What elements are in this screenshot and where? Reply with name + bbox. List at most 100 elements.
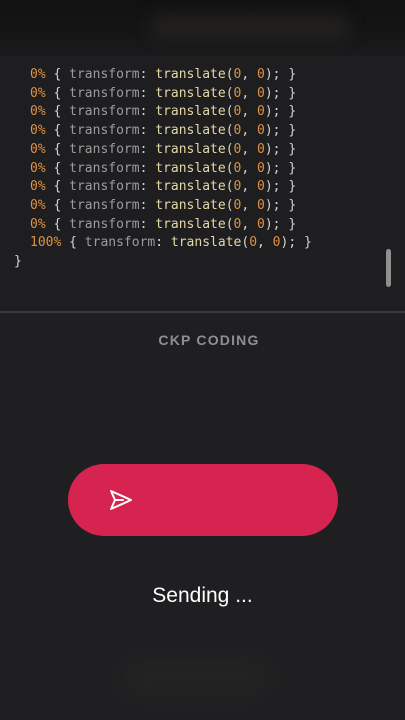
code-line: 0% { transform: translate(0, 0); } <box>30 121 296 140</box>
code-token-b: 0 <box>272 235 281 251</box>
code-token-open: { <box>45 85 70 101</box>
code-token-colon: : <box>139 85 156 101</box>
code-token-func: translate <box>155 104 226 120</box>
code-token-colon: : <box>139 216 156 232</box>
code-token-prop: transform <box>69 197 140 213</box>
code-token-comma: , <box>241 197 258 213</box>
brand-label: CKP CODING <box>158 332 260 348</box>
code-token-lp: ( <box>225 216 234 232</box>
code-token-pct: 0% <box>30 197 46 213</box>
code-token-pct: 0% <box>30 216 46 232</box>
code-token-pct: 0% <box>30 141 46 157</box>
code-token-lp: ( <box>225 123 234 139</box>
code-line: 0% { transform: translate(0, 0); } <box>30 65 296 84</box>
code-token-rp: ); <box>264 216 289 232</box>
editor-scrollbar[interactable] <box>386 249 391 287</box>
code-token-prop: transform <box>69 85 140 101</box>
code-token-func: translate <box>155 85 226 101</box>
code-token-open: { <box>45 123 70 139</box>
code-token-open: { <box>45 141 70 157</box>
status-text: Sending ... <box>152 584 253 607</box>
code-token-a: 0 <box>249 235 258 251</box>
code-token-close: } <box>288 85 297 101</box>
code-token-close: } <box>303 235 312 251</box>
code-token-rp: ); <box>280 235 304 251</box>
code-token-lp: ( <box>241 235 250 251</box>
send-icon <box>110 490 132 510</box>
code-token-comma: , <box>241 141 258 157</box>
code-token-rp: ); <box>264 67 289 82</box>
code-line: 0% { transform: translate(0, 0); } <box>30 215 296 234</box>
code-token-rp: ); <box>264 123 289 139</box>
code-line: 100% { transform: translate(0, 0); } <box>30 233 312 252</box>
code-token-b: 0 <box>257 104 265 120</box>
code-token-close: } <box>288 197 297 213</box>
code-token-pct: 0% <box>30 123 46 139</box>
code-token-colon: : <box>139 104 156 120</box>
code-token-func: translate <box>155 216 226 232</box>
code-token-pct: 0% <box>30 85 46 101</box>
code-token-lp: ( <box>225 160 234 176</box>
code-token-close: } <box>288 141 297 157</box>
code-token-lp: ( <box>225 104 234 120</box>
code-token-pct: 0% <box>30 160 46 176</box>
code-token-pct: 0% <box>30 179 46 195</box>
code-token-prop: transform <box>69 160 140 176</box>
code-token-rp: ); <box>264 160 289 176</box>
code-token-lp: ( <box>225 179 234 195</box>
code-token-open: { <box>45 197 70 213</box>
code-token-colon: : <box>139 197 156 213</box>
code-token-prop: transform <box>69 141 140 157</box>
code-token-func: translate <box>155 123 226 139</box>
code-token-pct: 0% <box>30 104 46 120</box>
partial-code-line <box>14 56 254 61</box>
code-token-open: { <box>61 235 85 251</box>
code-token-lp: ( <box>225 85 234 101</box>
code-line: 0% { transform: translate(0, 0); } <box>30 140 296 159</box>
code-token-prop: transform <box>69 179 140 195</box>
code-token-comma: , <box>241 85 258 101</box>
code-line: 0% { transform: translate(0, 0); } <box>30 196 296 215</box>
code-token-close: } <box>288 67 297 82</box>
code-token-colon: : <box>139 179 156 195</box>
code-line: 0% { transform: translate(0, 0); } <box>30 177 296 196</box>
code-token-comma: , <box>241 216 258 232</box>
code-token-colon: : <box>139 141 156 157</box>
code-token-close: } <box>288 123 297 139</box>
code-token-comma: , <box>241 123 258 139</box>
code-token-comma: , <box>241 104 258 120</box>
blurred-smear <box>150 14 350 40</box>
code-token-prop: transform <box>84 235 156 251</box>
code-token-colon: : <box>139 123 156 139</box>
code-token-lp: ( <box>225 67 234 82</box>
top-blurred-area <box>0 0 405 58</box>
code-token-colon: : <box>139 67 156 82</box>
code-token-b: 0 <box>257 85 265 101</box>
code-token-prop: transform <box>69 216 140 232</box>
divider <box>0 311 405 313</box>
code-token-rp: ); <box>264 197 289 213</box>
code-token-b: 0 <box>257 197 265 213</box>
code-token-lp: ( <box>225 197 234 213</box>
code-token-func: translate <box>155 197 226 213</box>
code-token-comma: , <box>241 67 258 82</box>
code-token-rp: ); <box>264 179 289 195</box>
code-token-colon: : <box>139 160 156 176</box>
code-token-comma: , <box>241 179 258 195</box>
code-token-func: translate <box>155 67 226 82</box>
code-token-func: translate <box>155 160 226 176</box>
code-token-close: } <box>288 160 297 176</box>
code-token-rp: ); <box>264 85 289 101</box>
code-token-func: translate <box>155 179 226 195</box>
code-token-rp: ); <box>264 104 289 120</box>
code-line: 0% { transform: translate(0, 0); } <box>30 102 296 121</box>
code-token-lp: ( <box>225 141 234 157</box>
code-token-colon: : <box>155 235 171 251</box>
code-token-close: } <box>288 179 297 195</box>
send-button[interactable] <box>68 464 338 536</box>
code-token-b: 0 <box>257 160 265 176</box>
code-token-func: translate <box>155 141 226 157</box>
code-token-rp: ); <box>264 141 289 157</box>
code-closing-brace: } <box>14 254 22 269</box>
code-line: 0% { transform: translate(0, 0); } <box>30 84 296 103</box>
